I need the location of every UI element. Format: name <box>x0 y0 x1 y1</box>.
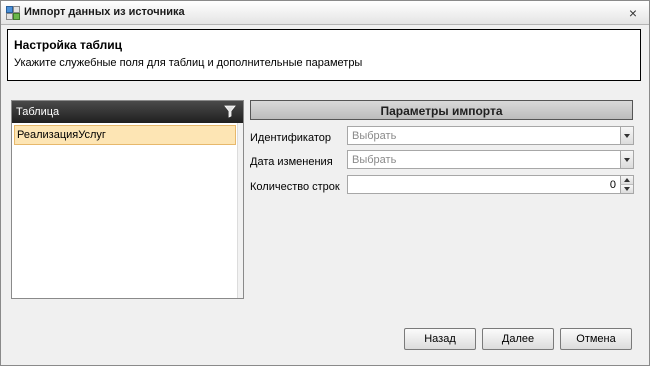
modified-date-label: Дата изменения <box>250 156 333 168</box>
tables-scrollbar[interactable] <box>237 123 243 298</box>
cancel-button[interactable]: Отмена <box>560 328 632 350</box>
table-row[interactable]: РеализацияУслуг <box>14 125 236 145</box>
params-header: Параметры импорта <box>250 100 633 120</box>
page-title: Настройка таблиц <box>14 38 122 52</box>
back-button[interactable]: Назад <box>404 328 476 350</box>
tables-list: Таблица РеализацияУслуг <box>11 100 244 299</box>
row-count-stepper[interactable]: 0 <box>347 175 634 194</box>
close-icon[interactable]: × <box>625 5 641 21</box>
identifier-select-value: Выбрать <box>352 130 397 142</box>
modified-date-select-value: Выбрать <box>352 154 397 166</box>
identifier-label: Идентификатор <box>250 132 331 144</box>
params-title: Параметры импорта <box>380 104 503 118</box>
window-title: Импорт данных из источника <box>24 6 185 18</box>
import-dialog: Импорт данных из источника × Настройка т… <box>0 0 650 366</box>
tables-column-label: Таблица <box>16 106 60 118</box>
data-import-icon <box>6 6 20 20</box>
chevron-down-icon[interactable] <box>620 151 633 168</box>
spin-down-icon[interactable] <box>620 185 633 193</box>
title-bar[interactable]: Импорт данных из источника × <box>1 1 649 25</box>
row-count-value[interactable]: 0 <box>610 179 616 191</box>
tables-column-header[interactable]: Таблица <box>12 101 243 123</box>
spin-up-icon[interactable] <box>620 176 633 185</box>
page-subtitle: Укажите служебные поля для таблиц и допо… <box>14 57 363 69</box>
filter-icon[interactable] <box>224 105 236 118</box>
chevron-down-icon[interactable] <box>620 127 633 144</box>
row-count-label: Количество строк <box>250 181 340 193</box>
next-button[interactable]: Далее <box>482 328 554 350</box>
modified-date-select[interactable]: Выбрать <box>347 150 634 169</box>
identifier-select[interactable]: Выбрать <box>347 126 634 145</box>
table-row-name: РеализацияУслуг <box>17 129 106 141</box>
header-panel: Настройка таблиц Укажите служебные поля … <box>7 29 641 81</box>
